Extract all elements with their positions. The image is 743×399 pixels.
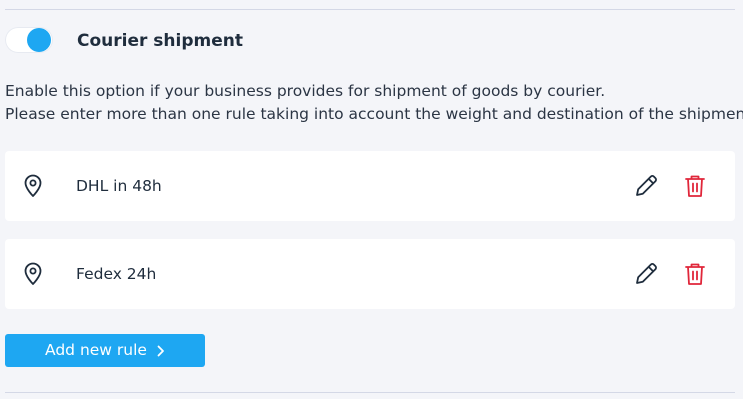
description-line-2: Please enter more than one rule taking i… <box>5 105 743 123</box>
location-pin-icon <box>22 262 44 286</box>
bottom-divider <box>5 392 735 393</box>
edit-rule-button[interactable] <box>633 261 659 287</box>
add-new-rule-label: Add new rule <box>45 341 147 359</box>
add-new-rule-button[interactable]: Add new rule <box>5 334 205 367</box>
rule-card: Fedex 24h <box>5 239 735 309</box>
toggle-knob <box>27 28 51 52</box>
trash-icon <box>685 263 705 285</box>
description-line-1: Enable this option if your business prov… <box>5 82 606 100</box>
top-divider <box>5 9 735 10</box>
delete-rule-button[interactable] <box>683 261 707 287</box>
pencil-icon <box>636 175 657 196</box>
rule-card: DHL in 48h <box>5 151 735 221</box>
edit-rule-button[interactable] <box>633 173 659 199</box>
trash-icon <box>685 175 705 197</box>
chevron-right-icon <box>157 345 164 356</box>
delete-rule-button[interactable] <box>683 173 707 199</box>
pencil-icon <box>636 263 657 284</box>
section-title: Courier shipment <box>77 31 243 51</box>
location-pin-icon <box>22 174 44 198</box>
rule-label: DHL in 48h <box>76 177 162 195</box>
rule-label: Fedex 24h <box>76 265 157 283</box>
description: Enable this option if your business prov… <box>5 80 743 126</box>
courier-shipment-toggle[interactable] <box>5 27 53 53</box>
